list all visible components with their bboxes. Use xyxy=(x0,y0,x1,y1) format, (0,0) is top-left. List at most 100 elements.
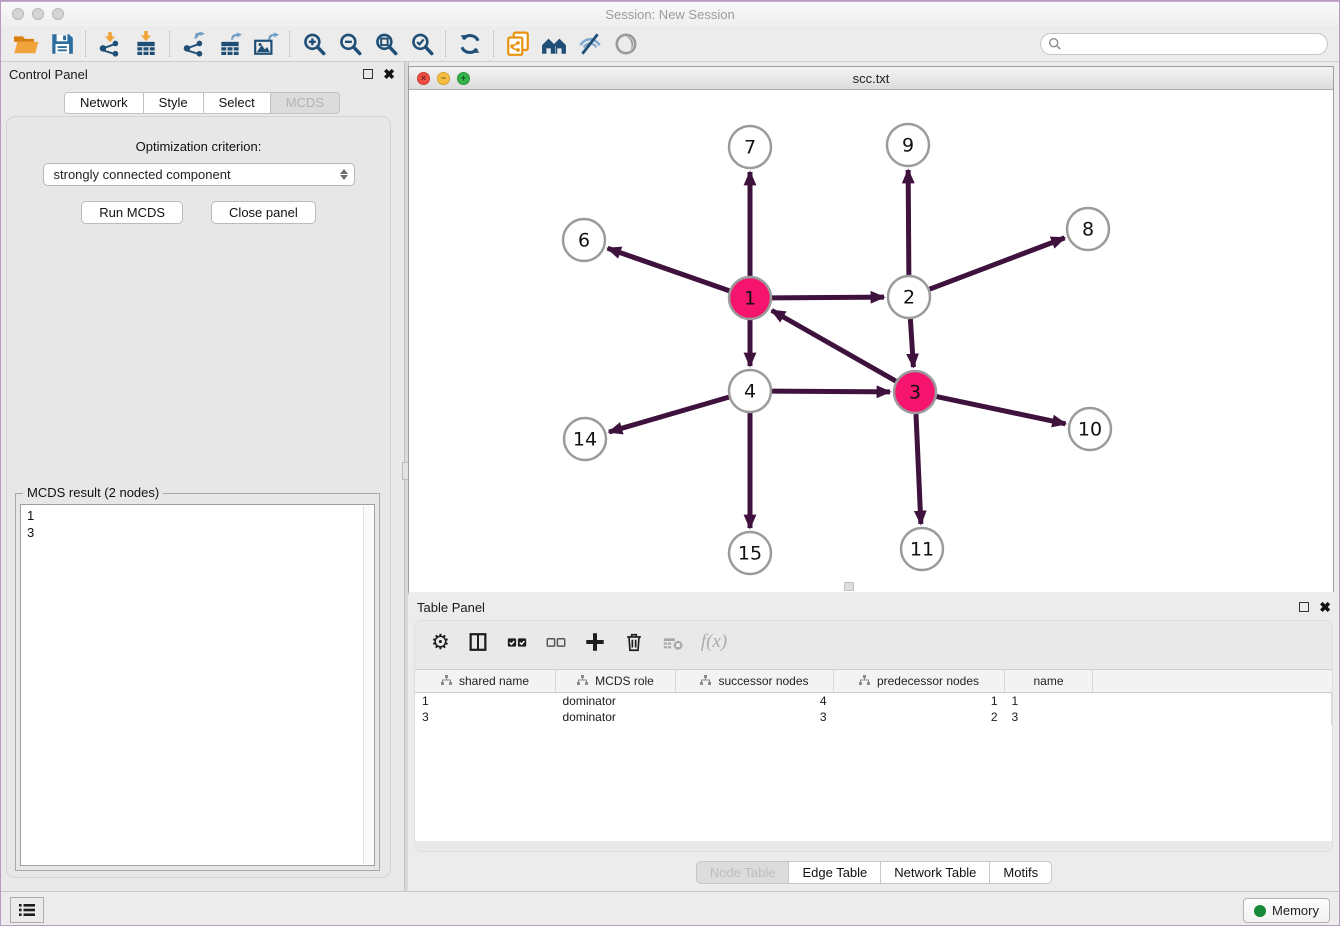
graph-edge[interactable] xyxy=(772,297,884,298)
network-graph: 7968124314101511 xyxy=(409,90,1333,592)
column-header[interactable]: name xyxy=(1005,670,1093,693)
optimization-criterion-label: Optimization criterion: xyxy=(7,139,390,154)
search-input[interactable] xyxy=(1067,34,1327,54)
graph-edge[interactable] xyxy=(910,319,913,367)
close-network-icon[interactable]: × xyxy=(417,72,430,85)
graph-edge[interactable] xyxy=(930,238,1065,289)
memory-label: Memory xyxy=(1272,903,1319,918)
select-all-columns-icon[interactable] xyxy=(506,631,528,653)
tab-motifs[interactable]: Motifs xyxy=(990,861,1052,884)
network-title: scc.txt xyxy=(409,71,1333,86)
task-history-button[interactable] xyxy=(10,897,44,923)
unselect-all-columns-icon[interactable] xyxy=(545,631,567,653)
show-all-icon[interactable] xyxy=(608,29,644,59)
graph-node-label: 6 xyxy=(578,230,590,252)
result-line: 3 xyxy=(27,524,368,541)
graph-edge[interactable] xyxy=(916,414,921,524)
table-row[interactable]: 1dominator411 xyxy=(415,693,1332,710)
column-header[interactable]: shared name xyxy=(415,670,556,693)
optimization-criterion-select[interactable]: strongly connected component xyxy=(43,163,355,186)
close-panel-button[interactable]: Close panel xyxy=(211,201,316,224)
export-table-icon[interactable] xyxy=(212,29,248,59)
graph-node-label: 4 xyxy=(744,381,756,403)
clone-network-icon[interactable] xyxy=(500,29,536,59)
maximize-network-icon[interactable]: + xyxy=(457,72,470,85)
close-table-panel-icon[interactable]: ✖ xyxy=(1319,600,1331,614)
app-title: Session: New Session xyxy=(0,7,1340,22)
mcds-result-title: MCDS result (2 nodes) xyxy=(23,485,163,500)
control-panel: Control Panel ✖ Network Style Select MCD… xyxy=(0,62,404,892)
float-table-panel-icon[interactable] xyxy=(1299,602,1309,612)
export-network-icon[interactable] xyxy=(176,29,212,59)
tab-edge-table[interactable]: Edge Table xyxy=(789,861,881,884)
minimize-network-icon[interactable]: − xyxy=(437,72,450,85)
result-scrollbar[interactable] xyxy=(363,506,373,864)
search-field[interactable] xyxy=(1040,33,1328,55)
control-panel-tabs: Network Style Select MCDS xyxy=(0,92,404,114)
graph-edge[interactable] xyxy=(772,391,890,392)
tab-network-table[interactable]: Network Table xyxy=(881,861,990,884)
mcds-result-group: MCDS result (2 nodes) 1 3 xyxy=(15,493,380,871)
zoom-in-icon[interactable] xyxy=(296,29,332,59)
zoom-selected-icon[interactable] xyxy=(404,29,440,59)
tab-mcds[interactable]: MCDS xyxy=(271,92,340,114)
search-icon xyxy=(1048,37,1062,51)
table-row[interactable]: 3dominator323 xyxy=(415,709,1332,725)
graph-edge[interactable] xyxy=(937,397,1066,424)
run-mcds-button[interactable]: Run MCDS xyxy=(81,201,183,224)
graph-node-label: 9 xyxy=(902,135,914,157)
gear-icon[interactable]: ⚙ xyxy=(431,632,450,653)
mcds-result-lines: 1 3 xyxy=(21,505,374,543)
column-view-icon[interactable] xyxy=(467,631,489,653)
first-neighbors-icon[interactable] xyxy=(536,29,572,59)
graph-edge[interactable] xyxy=(608,248,730,290)
delete-column-icon[interactable] xyxy=(623,631,645,653)
graph-edge[interactable] xyxy=(772,310,896,381)
zoom-fit-icon[interactable] xyxy=(368,29,404,59)
open-session-icon[interactable] xyxy=(8,29,44,59)
import-network-icon[interactable] xyxy=(92,29,128,59)
node-table-body: 1dominator4113dominator323 xyxy=(415,693,1332,726)
export-image-icon[interactable] xyxy=(248,29,284,59)
node-table-wrap: shared nameMCDS rolesuccessor nodesprede… xyxy=(415,669,1332,841)
table-panel: Table Panel ✖ ⚙ f(x) shared nameMCDS rol… xyxy=(408,595,1340,892)
list-icon xyxy=(18,902,36,918)
column-header[interactable]: predecessor nodes xyxy=(834,670,1005,693)
save-session-icon[interactable] xyxy=(44,29,80,59)
node-table-header-row: shared nameMCDS rolesuccessor nodesprede… xyxy=(415,670,1332,693)
hide-selected-icon[interactable] xyxy=(572,29,608,59)
graph-edge[interactable] xyxy=(609,397,729,432)
graph-node-label: 15 xyxy=(738,543,762,565)
function-builder-icon[interactable]: f(x) xyxy=(701,631,727,653)
delete-table-icon[interactable] xyxy=(662,631,684,653)
memory-button[interactable]: Memory xyxy=(1243,898,1330,923)
table-tabs: Node Table Edge Table Network Table Moti… xyxy=(408,861,1340,884)
canvas-resize-grip[interactable] xyxy=(844,582,854,591)
tab-network[interactable]: Network xyxy=(64,92,144,114)
float-panel-icon[interactable] xyxy=(363,69,373,79)
graph-edge[interactable] xyxy=(908,170,909,275)
node-table: shared nameMCDS rolesuccessor nodesprede… xyxy=(415,670,1332,725)
main-toolbar xyxy=(0,26,1340,62)
create-column-icon[interactable] xyxy=(584,631,606,653)
network-window: × − + scc.txt 7968124314101511 xyxy=(408,66,1334,592)
toolbar-separator xyxy=(169,31,171,57)
table-panel-inner: ⚙ f(x) shared nameMCDS rolesuccessor nod… xyxy=(414,620,1333,852)
refresh-icon[interactable] xyxy=(452,29,488,59)
graph-node-label: 3 xyxy=(909,382,921,404)
tab-select[interactable]: Select xyxy=(204,92,271,114)
chevron-updown-icon xyxy=(340,169,348,180)
network-titlebar[interactable]: × − + scc.txt xyxy=(409,67,1333,90)
network-canvas[interactable]: 7968124314101511 xyxy=(409,90,1333,592)
import-table-icon[interactable] xyxy=(128,29,164,59)
tab-node-table[interactable]: Node Table xyxy=(696,861,790,884)
close-panel-icon[interactable]: ✖ xyxy=(383,67,395,81)
mcds-result-area[interactable]: 1 3 xyxy=(20,504,375,866)
memory-status-icon xyxy=(1254,905,1266,917)
network-window-controls: × − + xyxy=(417,72,470,85)
tab-style[interactable]: Style xyxy=(144,92,204,114)
column-header[interactable]: successor nodes xyxy=(676,670,834,693)
column-header[interactable]: MCDS role xyxy=(556,670,676,693)
zoom-out-icon[interactable] xyxy=(332,29,368,59)
toolbar-separator xyxy=(493,31,495,57)
